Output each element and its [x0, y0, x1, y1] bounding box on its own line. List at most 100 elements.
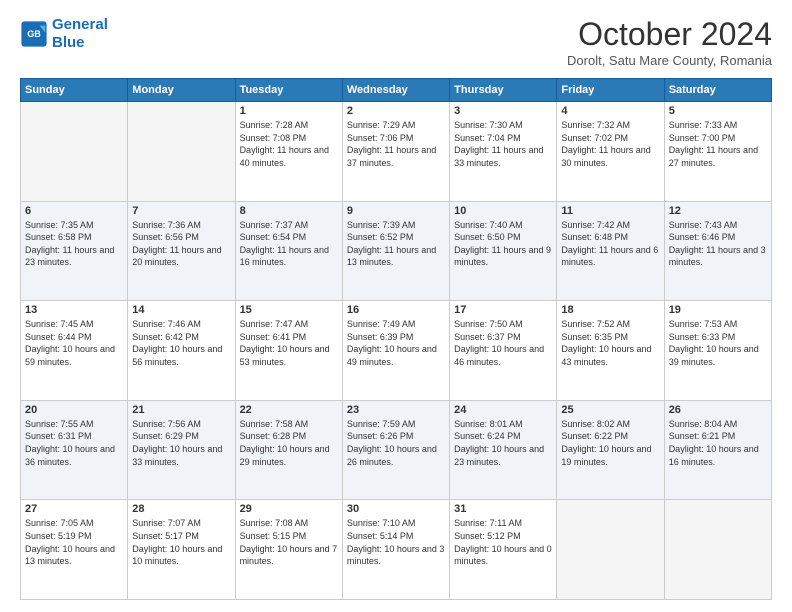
- col-sunday: Sunday: [21, 79, 128, 102]
- day-info: Sunrise: 7:53 AM Sunset: 6:33 PM Dayligh…: [669, 318, 767, 368]
- day-info: Sunrise: 7:08 AM Sunset: 5:15 PM Dayligh…: [240, 517, 338, 567]
- calendar-cell: 28Sunrise: 7:07 AM Sunset: 5:17 PM Dayli…: [128, 500, 235, 600]
- day-number: 5: [669, 105, 767, 117]
- calendar-cell: 19 Sunrise: 7:53 AM Sunset: 6:33 PM Dayli…: [664, 301, 771, 401]
- day-info: Sunrise: 7:59 AM Sunset: 6:26 PM Dayligh…: [347, 418, 445, 468]
- day-info: Sunrise: 7:46 AM Sunset: 6:42 PM Dayligh…: [132, 318, 230, 368]
- calendar-week-3: 13Sunrise: 7:45 AM Sunset: 6:44 PM Dayli…: [21, 301, 772, 401]
- col-saturday: Saturday: [664, 79, 771, 102]
- calendar-cell: 25 Sunrise: 8:02 AM Sunset: 6:22 PM Dayli…: [557, 400, 664, 500]
- day-number: 22: [240, 404, 338, 416]
- day-info: Sunrise: 7:05 AM Sunset: 5:19 PM Dayligh…: [25, 517, 123, 567]
- calendar-cell: 8 Sunrise: 7:37 AM Sunset: 6:54 PM Daylig…: [235, 201, 342, 301]
- day-number: 20: [25, 404, 123, 416]
- calendar-cell: 20Sunrise: 7:55 AM Sunset: 6:31 PM Dayli…: [21, 400, 128, 500]
- calendar-cell: [664, 500, 771, 600]
- calendar-table: Sunday Monday Tuesday Wednesday Thursday…: [20, 78, 772, 600]
- month-title: October 2024: [567, 16, 772, 53]
- day-info: Sunrise: 7:10 AM Sunset: 5:14 PM Dayligh…: [347, 517, 445, 567]
- day-info: Sunrise: 7:37 AM Sunset: 6:54 PM Dayligh…: [240, 219, 338, 269]
- day-number: 19: [669, 304, 767, 316]
- day-number: 12: [669, 205, 767, 217]
- day-info: Sunrise: 7:33 AM Sunset: 7:00 PM Dayligh…: [669, 119, 767, 169]
- day-number: 2: [347, 105, 445, 117]
- location-subtitle: Dorolt, Satu Mare County, Romania: [567, 53, 772, 68]
- calendar-cell: 23 Sunrise: 7:59 AM Sunset: 6:26 PM Dayli…: [342, 400, 449, 500]
- day-number: 25: [561, 404, 659, 416]
- calendar-cell: 24Sunrise: 8:01 AM Sunset: 6:24 PM Dayli…: [450, 400, 557, 500]
- day-number: 13: [25, 304, 123, 316]
- day-number: 6: [25, 205, 123, 217]
- day-info: Sunrise: 7:11 AM Sunset: 5:12 PM Dayligh…: [454, 517, 552, 567]
- day-number: 3: [454, 105, 552, 117]
- calendar-cell: 6 Sunrise: 7:35 AM Sunset: 6:58 PM Daylig…: [21, 201, 128, 301]
- calendar-week-5: 27Sunrise: 7:05 AM Sunset: 5:19 PM Dayli…: [21, 500, 772, 600]
- logo-icon: GB: [20, 20, 48, 48]
- calendar-cell: 3 Sunrise: 7:30 AM Sunset: 7:04 PM Daylig…: [450, 102, 557, 202]
- day-info: Sunrise: 7:07 AM Sunset: 5:17 PM Dayligh…: [132, 517, 230, 567]
- day-info: Sunrise: 7:56 AM Sunset: 6:29 PM Dayligh…: [132, 418, 230, 468]
- calendar-cell: 27Sunrise: 7:05 AM Sunset: 5:19 PM Dayli…: [21, 500, 128, 600]
- day-number: 29: [240, 503, 338, 515]
- day-number: 9: [347, 205, 445, 217]
- calendar-week-1: 1 Sunrise: 7:28 AM Sunset: 7:08 PM Daylig…: [21, 102, 772, 202]
- day-info: Sunrise: 8:02 AM Sunset: 6:22 PM Dayligh…: [561, 418, 659, 468]
- day-info: Sunrise: 7:29 AM Sunset: 7:06 PM Dayligh…: [347, 119, 445, 169]
- calendar-cell: 26Sunrise: 8:04 AM Sunset: 6:21 PM Dayli…: [664, 400, 771, 500]
- calendar-week-4: 20Sunrise: 7:55 AM Sunset: 6:31 PM Dayli…: [21, 400, 772, 500]
- header-row: Sunday Monday Tuesday Wednesday Thursday…: [21, 79, 772, 102]
- page: GB General Blue October 2024 Dorolt, Sat…: [0, 0, 792, 612]
- logo: GB General Blue: [20, 16, 108, 52]
- calendar-cell: 31 Sunrise: 7:11 AM Sunset: 5:12 PM Dayli…: [450, 500, 557, 600]
- calendar-cell: 5 Sunrise: 7:33 AM Sunset: 7:00 PM Daylig…: [664, 102, 771, 202]
- calendar-cell: 21 Sunrise: 7:56 AM Sunset: 6:29 PM Dayli…: [128, 400, 235, 500]
- title-block: October 2024 Dorolt, Satu Mare County, R…: [567, 16, 772, 68]
- day-info: Sunrise: 7:52 AM Sunset: 6:35 PM Dayligh…: [561, 318, 659, 368]
- calendar-cell: 12 Sunrise: 7:43 AM Sunset: 6:46 PM Dayli…: [664, 201, 771, 301]
- day-number: 17: [454, 304, 552, 316]
- day-number: 24: [454, 404, 552, 416]
- day-number: 11: [561, 205, 659, 217]
- calendar-cell: [557, 500, 664, 600]
- day-info: Sunrise: 7:28 AM Sunset: 7:08 PM Dayligh…: [240, 119, 338, 169]
- calendar-week-2: 6 Sunrise: 7:35 AM Sunset: 6:58 PM Daylig…: [21, 201, 772, 301]
- svg-text:GB: GB: [27, 29, 41, 39]
- day-info: Sunrise: 7:39 AM Sunset: 6:52 PM Dayligh…: [347, 219, 445, 269]
- day-number: 16: [347, 304, 445, 316]
- col-friday: Friday: [557, 79, 664, 102]
- calendar-cell: 13Sunrise: 7:45 AM Sunset: 6:44 PM Dayli…: [21, 301, 128, 401]
- day-number: 15: [240, 304, 338, 316]
- calendar-cell: 9 Sunrise: 7:39 AM Sunset: 6:52 PM Daylig…: [342, 201, 449, 301]
- day-number: 21: [132, 404, 230, 416]
- calendar-cell: 10 Sunrise: 7:40 AM Sunset: 6:50 PM Dayli…: [450, 201, 557, 301]
- col-thursday: Thursday: [450, 79, 557, 102]
- day-number: 8: [240, 205, 338, 217]
- col-wednesday: Wednesday: [342, 79, 449, 102]
- day-number: 10: [454, 205, 552, 217]
- day-info: Sunrise: 7:40 AM Sunset: 6:50 PM Dayligh…: [454, 219, 552, 269]
- calendar-cell: 14 Sunrise: 7:46 AM Sunset: 6:42 PM Dayli…: [128, 301, 235, 401]
- calendar-cell: 16Sunrise: 7:49 AM Sunset: 6:39 PM Dayli…: [342, 301, 449, 401]
- day-info: Sunrise: 7:35 AM Sunset: 6:58 PM Dayligh…: [25, 219, 123, 269]
- header: GB General Blue October 2024 Dorolt, Sat…: [20, 16, 772, 68]
- day-info: Sunrise: 7:42 AM Sunset: 6:48 PM Dayligh…: [561, 219, 659, 269]
- day-number: 14: [132, 304, 230, 316]
- calendar-cell: 30 Sunrise: 7:10 AM Sunset: 5:14 PM Dayli…: [342, 500, 449, 600]
- col-monday: Monday: [128, 79, 235, 102]
- day-info: Sunrise: 7:32 AM Sunset: 7:02 PM Dayligh…: [561, 119, 659, 169]
- day-info: Sunrise: 7:30 AM Sunset: 7:04 PM Dayligh…: [454, 119, 552, 169]
- calendar-cell: 4 Sunrise: 7:32 AM Sunset: 7:02 PM Daylig…: [557, 102, 664, 202]
- day-number: 7: [132, 205, 230, 217]
- day-info: Sunrise: 7:36 AM Sunset: 6:56 PM Dayligh…: [132, 219, 230, 269]
- calendar-cell: 1 Sunrise: 7:28 AM Sunset: 7:08 PM Daylig…: [235, 102, 342, 202]
- day-info: Sunrise: 7:43 AM Sunset: 6:46 PM Dayligh…: [669, 219, 767, 269]
- day-number: 30: [347, 503, 445, 515]
- day-number: 31: [454, 503, 552, 515]
- calendar-cell: 7 Sunrise: 7:36 AM Sunset: 6:56 PM Daylig…: [128, 201, 235, 301]
- day-number: 18: [561, 304, 659, 316]
- calendar-cell: 17 Sunrise: 7:50 AM Sunset: 6:37 PM Dayli…: [450, 301, 557, 401]
- day-number: 23: [347, 404, 445, 416]
- day-number: 4: [561, 105, 659, 117]
- day-info: Sunrise: 7:50 AM Sunset: 6:37 PM Dayligh…: [454, 318, 552, 368]
- day-number: 1: [240, 105, 338, 117]
